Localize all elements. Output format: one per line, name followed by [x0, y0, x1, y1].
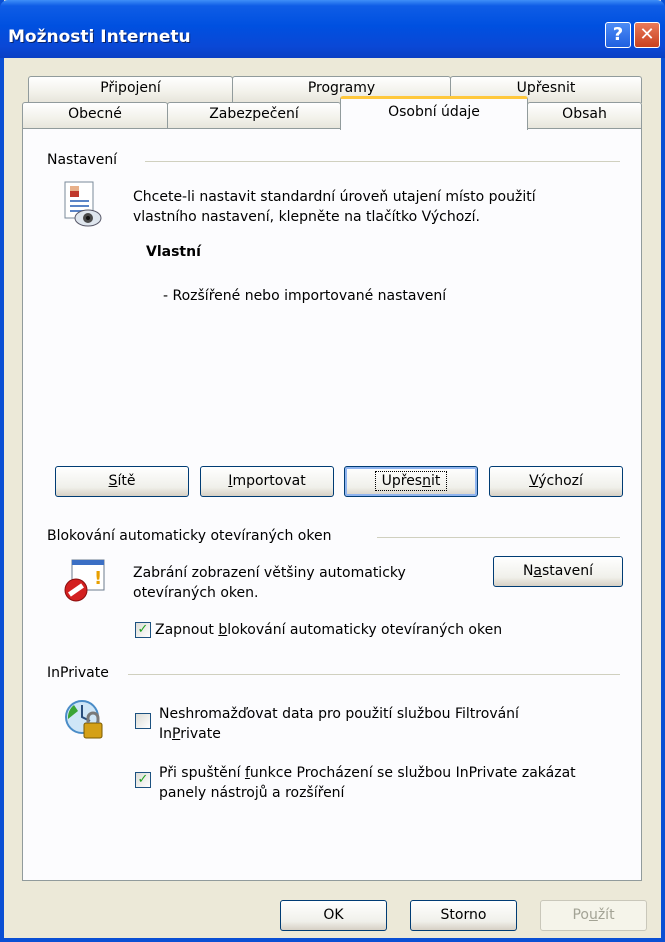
- popup-blocker-checkbox-label[interactable]: Zapnout blokování automaticky otevíranýc…: [155, 620, 502, 640]
- settings-separator: [145, 161, 620, 162]
- tab-content[interactable]: Obsah: [527, 102, 642, 129]
- import-button[interactable]: Importovat: [200, 466, 334, 497]
- popup-description-line1: Zabrání zobrazení většiny automaticky: [133, 565, 406, 581]
- ok-button[interactable]: OK: [280, 900, 387, 931]
- inprivate-filter-checkbox[interactable]: [135, 713, 151, 729]
- popup-blocker-separator: [377, 537, 620, 538]
- popup-blocker-checkbox[interactable]: ✓: [135, 622, 151, 638]
- help-button[interactable]: ?: [605, 22, 631, 48]
- popup-blocker-heading: Blokování automaticky otevíraných oken: [47, 528, 332, 544]
- tab-general[interactable]: Obecné: [22, 102, 168, 129]
- inprivate-heading: InPrivate: [47, 665, 109, 681]
- apply-button[interactable]: Použít: [540, 900, 647, 931]
- svg-text:!: !: [94, 568, 102, 589]
- popup-description-line2: otevíraných oken.: [133, 585, 259, 601]
- inprivate-filter-label-line2[interactable]: InPrivate: [159, 724, 221, 744]
- inprivate-toolbars-checkbox[interactable]: ✓: [135, 772, 151, 788]
- sites-button[interactable]: Sítě: [55, 466, 189, 497]
- settings-description-line2: vlastního nastavení, klepněte na tlačítk…: [133, 209, 480, 225]
- tab-connections[interactable]: Připojení: [28, 76, 233, 103]
- privacy-level: Vlastní: [146, 244, 201, 260]
- title-bar[interactable]: Možnosti Internetu ? ✕: [0, 0, 665, 58]
- cancel-button[interactable]: Storno: [410, 900, 517, 931]
- settings-heading: Nastavení: [47, 152, 118, 168]
- default-button[interactable]: Výchozí: [489, 466, 623, 497]
- window-title: Možnosti Internetu: [8, 27, 191, 47]
- inprivate-filter-label-line1[interactable]: Neshromažďovat data pro použití službou …: [159, 704, 519, 724]
- inprivate-icon: [62, 697, 110, 743]
- tab-security[interactable]: Zabezpečení: [167, 102, 341, 129]
- tab-privacy[interactable]: Osobní údaje: [340, 96, 528, 130]
- settings-description-line1: Chcete-li nastavit standardní úroveň uta…: [133, 189, 536, 205]
- close-button[interactable]: ✕: [634, 22, 660, 48]
- popup-blocker-icon: !: [62, 558, 110, 604]
- privacy-document-icon: [62, 180, 104, 232]
- popup-settings-button[interactable]: Nastavení: [493, 556, 623, 587]
- privacy-level-detail: - Rozšířené nebo importované nastavení: [163, 288, 447, 304]
- inprivate-toolbars-label-line2[interactable]: panely nástrojů a rozšíření: [159, 783, 344, 803]
- inprivate-toolbars-label-line1[interactable]: Při spuštění funkce Procházení se službo…: [159, 763, 576, 783]
- inprivate-separator: [128, 674, 620, 675]
- advanced-button[interactable]: Upřesnit: [344, 466, 478, 497]
